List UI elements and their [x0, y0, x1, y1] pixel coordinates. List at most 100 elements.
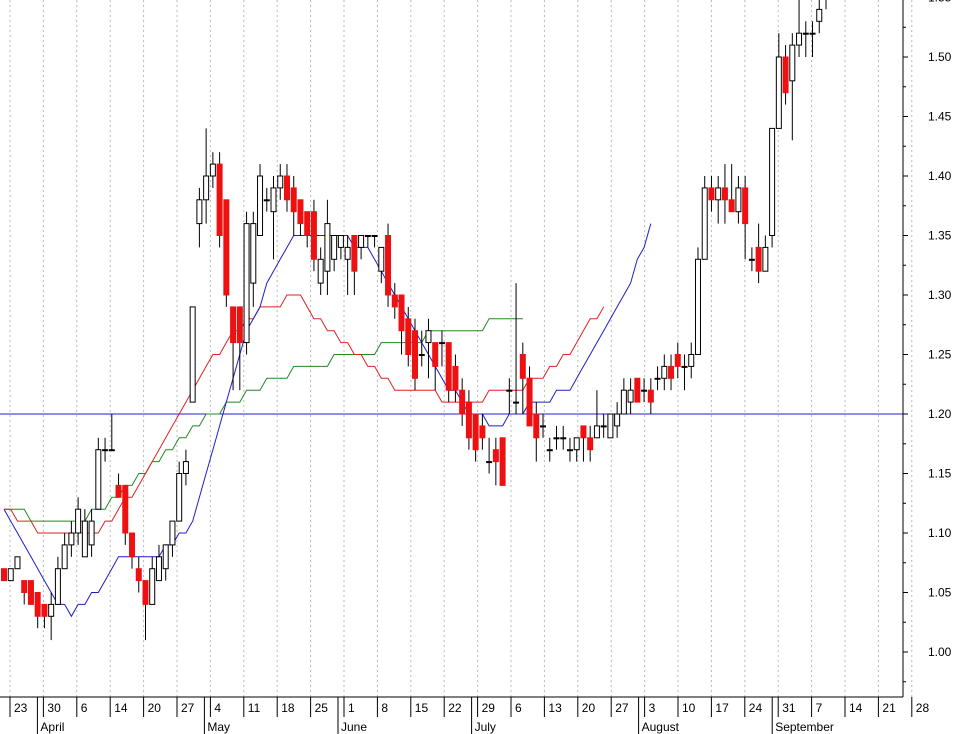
candles — [1, 0, 827, 641]
candle-body — [593, 425, 600, 439]
candle-body — [257, 175, 264, 236]
y-tick-label: 1.35 — [928, 229, 952, 243]
x-day-label: 1 — [348, 701, 355, 715]
candle-body — [674, 354, 681, 367]
candle-body — [721, 187, 728, 201]
y-tick-label: 1.30 — [928, 288, 952, 302]
candle-body — [600, 425, 607, 428]
candle-body — [735, 187, 742, 213]
candle-body — [573, 437, 580, 451]
candle-body — [694, 258, 701, 355]
candle-body — [486, 461, 493, 464]
candle-body — [438, 342, 445, 345]
candle-body — [634, 377, 641, 403]
y-tick-label: 1.50 — [928, 50, 952, 64]
candle-body — [587, 437, 594, 451]
candle-body — [553, 437, 560, 440]
candle-body — [68, 532, 75, 546]
candle-body — [715, 187, 722, 201]
candle-body — [506, 389, 513, 392]
x-month-label: June — [341, 720, 367, 734]
x-day-label: 14 — [849, 701, 863, 715]
x-day-label: 29 — [482, 701, 496, 715]
y-tick-label: 1.10 — [928, 526, 952, 540]
candle-body — [425, 330, 432, 344]
candle-body — [216, 163, 223, 237]
candle-body — [189, 306, 196, 403]
ma-long-line — [4, 318, 523, 522]
candle-body — [324, 223, 331, 272]
candle-body — [230, 306, 237, 344]
candle-body — [155, 556, 162, 582]
candle-body — [102, 449, 109, 452]
y-tick-label: 1.15 — [928, 467, 952, 481]
candle-body — [358, 235, 365, 248]
candle-body — [270, 187, 277, 213]
candle-body — [209, 163, 216, 177]
x-day-label: 7 — [816, 701, 823, 715]
candle-body — [519, 354, 526, 379]
x-day-label: 6 — [515, 701, 522, 715]
candle-body — [310, 211, 317, 260]
candle-body — [513, 401, 520, 404]
x-month-label: April — [40, 720, 64, 734]
candle-body — [41, 603, 48, 617]
candle-body — [809, 32, 816, 35]
candle-body — [283, 175, 290, 201]
candle-body — [122, 484, 129, 534]
candle-body — [196, 199, 203, 225]
stock-chart: 1.00 1.05 1.10 1.15 1.20 1.25 1.30 1.35 1.40 1.45… — [0, 0, 952, 734]
candle-body — [115, 484, 122, 498]
x-day-label: 10 — [682, 701, 696, 715]
candle-body — [351, 235, 358, 272]
candle-body — [75, 508, 82, 534]
x-day-label: 6 — [81, 701, 88, 715]
x-day-label: 13 — [548, 701, 562, 715]
y-tick-label: 1.55 — [928, 0, 952, 5]
candle-body — [182, 461, 189, 475]
candle-body — [135, 568, 142, 582]
candle-body — [203, 175, 210, 201]
candle-body — [21, 580, 28, 593]
candle-body — [560, 437, 567, 440]
candle-body — [546, 449, 553, 452]
candle-body — [371, 235, 378, 237]
candle-body — [681, 365, 688, 368]
candle-body — [412, 330, 418, 379]
candle-body — [337, 235, 344, 248]
candle-body — [816, 8, 823, 22]
candle-body — [533, 413, 540, 439]
candle-body — [405, 318, 412, 355]
x-day-label: 28 — [916, 701, 930, 715]
candle-body — [61, 544, 68, 570]
candle-body — [802, 32, 809, 35]
candle-body — [169, 520, 176, 546]
candle-body — [398, 294, 405, 332]
candle-body — [176, 473, 183, 522]
candle-body — [297, 199, 304, 225]
candle-body — [364, 235, 371, 237]
candle-body — [142, 580, 149, 605]
candle-body — [607, 413, 614, 439]
candle-body — [762, 246, 769, 272]
candle-body — [14, 556, 21, 570]
x-day-label: 20 — [582, 701, 596, 715]
x-day-label: 11 — [248, 701, 261, 715]
candle-body — [162, 544, 169, 570]
x-axis-ticks: 23 30 6 14 20 27 4 11 18 25 1 8 15 22 29 6 13 20 27 3 10 17 24… — [9, 697, 930, 734]
candle-body — [688, 354, 695, 367]
candle-body — [317, 258, 324, 284]
candle-body — [378, 246, 385, 272]
candle-body — [250, 223, 257, 284]
candle-body — [755, 246, 762, 272]
candle-body — [472, 413, 479, 451]
y-tick-label: 1.40 — [928, 169, 952, 183]
x-day-label: 4 — [214, 701, 221, 715]
candle-body — [54, 568, 61, 605]
candle-body — [418, 354, 425, 356]
candle-body — [701, 187, 708, 260]
candle-body — [432, 342, 439, 367]
candle-body — [796, 32, 803, 46]
candle-body — [540, 425, 547, 428]
candle-body — [580, 425, 587, 439]
